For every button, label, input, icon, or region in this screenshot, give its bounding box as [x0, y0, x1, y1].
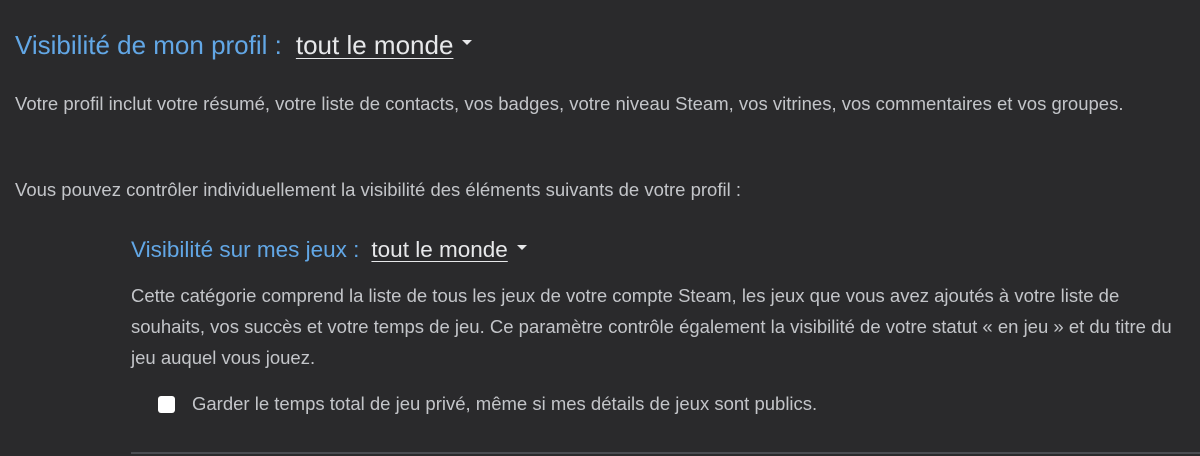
games-visibility-label: Visibilité sur mes jeux : — [131, 237, 360, 262]
games-visibility-value[interactable]: tout le monde — [371, 237, 507, 263]
private-playtime-option[interactable]: Garder le temps total de jeu privé, même… — [158, 393, 817, 415]
games-visibility-description: Cette catégorie comprend la liste de tou… — [131, 285, 1172, 368]
caret-down-icon[interactable] — [516, 244, 527, 250]
privacy-settings-panel: Visibilité de mon profil : tout le monde… — [0, 0, 1200, 456]
private-playtime-label[interactable]: Garder le temps total de jeu privé, même… — [192, 393, 817, 415]
caret-down-icon[interactable] — [462, 40, 473, 45]
profile-visibility-label: Visibilité de mon profil : — [15, 30, 282, 60]
games-visibility-dropdown[interactable]: tout le monde — [371, 237, 527, 263]
profile-visibility-value[interactable]: tout le monde — [296, 30, 454, 61]
profile-visibility-heading: Visibilité de mon profil : tout le monde — [15, 30, 473, 61]
profile-visibility-dropdown[interactable]: tout le monde — [296, 30, 473, 61]
games-visibility-heading: Visibilité sur mes jeux : tout le monde — [131, 237, 527, 263]
profile-control-note: Vous pouvez contrôler individuellement l… — [15, 179, 741, 200]
profile-visibility-description: Votre profil inclut votre résumé, votre … — [15, 93, 1124, 114]
checkbox-icon[interactable] — [158, 395, 175, 413]
section-divider — [131, 452, 1200, 454]
